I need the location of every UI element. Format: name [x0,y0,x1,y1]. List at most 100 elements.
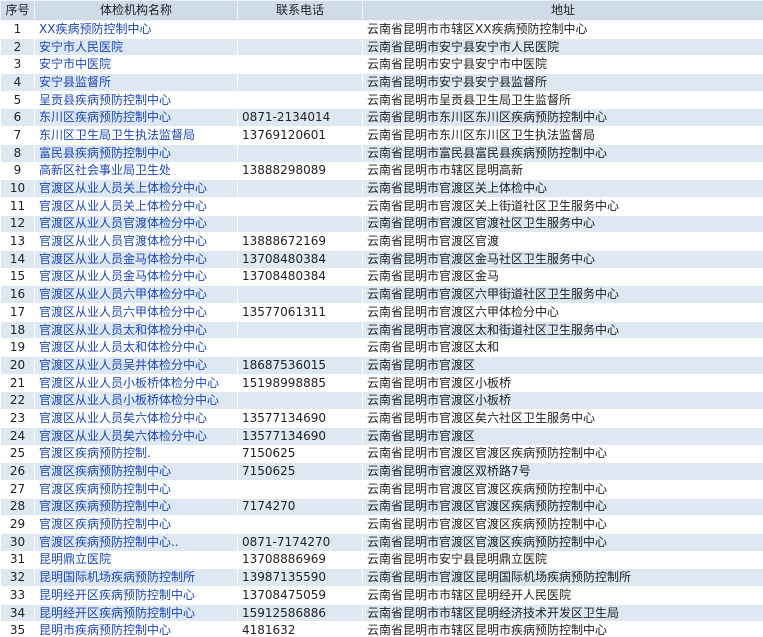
institution-name-link[interactable]: 官渡区从业人员官渡体检分中心 [34,232,238,251]
phone-cell [237,20,363,39]
address-cell: 云南省昆明市官渡区关上街道社区卫生服务中心 [362,196,763,216]
table-row: 8 富民县疾病预防控制中心 云南省昆明市富民县富民县疾病预防控制中心 [0,143,763,163]
address-cell: 云南省昆明市官渡区官渡区疾病预防控制中心 [362,444,763,464]
institution-table-container: 序号 体检机构名称 联系电话 地址 1 XX疾病预防控制中心 云南省昆明市市辖区XX… [0,0,763,637]
institution-name-link[interactable]: 高新区社会事业局卫生处 [34,161,238,181]
table-row: 9 高新区社会事业局卫生处 13888298089 云南省昆明市市辖区昆明高新 [0,161,763,181]
institution-name-link[interactable]: 安宁市人民医院 [34,37,238,57]
phone-cell: 7174270 [237,497,363,517]
table-row: 30 官渡区疾病预防控制中心.. 0871-7174270 云南省昆明市官渡区官渡区疾… [0,532,763,552]
address-cell: 云南省昆明市市辖区昆明经开人民医院 [362,586,763,605]
row-number: 9 [0,161,35,181]
institution-name-link[interactable]: 官渡区从业人员矣六体检分中心 [34,409,238,428]
row-number: 19 [0,338,35,358]
phone-cell: 13708886969 [237,550,363,570]
institution-name-link[interactable]: 官渡区疾病预防控制中心.. [34,532,238,552]
row-number: 6 [0,108,35,128]
institution-name-link[interactable]: 官渡区从业人员太和体检分中心 [34,320,238,340]
institution-name-link[interactable]: 官渡区从业人员小板桥体检分中心 [34,373,238,393]
table-row: 20 官渡区从业人员吴井体检分中心 18687536015 云南省昆明市官渡区 [0,356,763,375]
phone-cell: 7150625 [237,462,363,481]
address-cell: 云南省昆明市市辖区昆明高新 [362,161,763,181]
row-number: 20 [0,356,35,375]
row-number: 34 [0,603,35,623]
table-row: 32 昆明国际机场疾病预防控制所 13987135590 云南省昆明市官渡区昆明国际机… [0,568,763,587]
institution-name-link[interactable]: 官渡区从业人员关上体检分中心 [34,196,238,216]
address-cell: 云南省昆明市呈贡县卫生局卫生监督所 [362,90,763,110]
table-row: 23 官渡区从业人员矣六体检分中心 13577134690 云南省昆明市官渡区矣六社区… [0,409,763,428]
row-number: 33 [0,586,35,605]
table-body: 1 XX疾病预防控制中心 云南省昆明市市辖区XX疾病预防控制中心 2 安宁市人民医院 云南… [0,20,763,637]
institution-name-link[interactable]: 官渡区疾病预防控制. [34,444,238,464]
institution-name-link[interactable]: 昆明市疾病预防控制中心 [34,621,238,637]
institution-name-link[interactable]: 安宁县监督所 [34,73,238,92]
institution-name-link[interactable]: 官渡区从业人员小板桥体检分中心 [34,391,238,411]
phone-cell [237,338,363,358]
address-cell: 云南省昆明市安宁县安宁市中医院 [362,55,763,75]
address-cell: 云南省昆明市安宁县安宁市人民医院 [362,37,763,57]
institution-name-link[interactable]: 官渡区疾病预防控制中心 [34,462,238,481]
row-number: 21 [0,373,35,393]
row-number: 5 [0,90,35,110]
row-number: 10 [0,179,35,198]
address-cell: 云南省昆明市市辖区XX疾病预防控制中心 [362,20,763,39]
phone-cell: 0871-2134014 [237,108,363,128]
institution-name-link[interactable]: 官渡区从业人员六甲体检分中心 [34,303,238,322]
institution-name-link[interactable]: 官渡区疾病预防控制中心 [34,497,238,517]
row-number: 24 [0,426,35,446]
row-number: 8 [0,143,35,163]
institution-name-link[interactable]: 昆明经开区疾病预防控制中心 [34,586,238,605]
table-row: 33 昆明经开区疾病预防控制中心 13708475059 云南省昆明市市辖区昆明经开人… [0,586,763,605]
phone-cell: 13577061311 [237,303,363,322]
institution-name-link[interactable]: 官渡区从业人员太和体检分中心 [34,338,238,358]
institution-name-link[interactable]: 官渡区从业人员矣六体检分中心 [34,426,238,446]
table-row: 24 官渡区从业人员矣六体检分中心 13577134690 云南省昆明市官渡区 [0,426,763,446]
phone-cell: 13888672169 [237,232,363,251]
institution-name-link[interactable]: 官渡区从业人员金马体检分中心 [34,249,238,269]
institution-name-link[interactable]: 官渡区从业人员官渡体检分中心 [34,214,238,234]
institution-name-link[interactable]: 官渡区从业人员吴井体检分中心 [34,356,238,375]
address-cell: 云南省昆明市官渡区太和 [362,338,763,358]
row-number: 4 [0,73,35,92]
phone-cell: 13577134690 [237,426,363,446]
address-cell: 云南省昆明市官渡区金马 [362,267,763,287]
phone-cell [237,320,363,340]
phone-cell [237,515,363,534]
phone-cell: 13708475059 [237,586,363,605]
institution-name-link[interactable]: 富民县疾病预防控制中心 [34,143,238,163]
row-number: 11 [0,196,35,216]
phone-cell: 15912586886 [237,603,363,623]
address-cell: 云南省昆明市官渡区 [362,426,763,446]
row-number: 25 [0,444,35,464]
institution-name-link[interactable]: 东川区卫生局卫生执法监督局 [34,126,238,145]
institution-name-link[interactable]: 昆明经开区疾病预防控制中心 [34,603,238,623]
row-number: 16 [0,285,35,304]
table-row: 22 官渡区从业人员小板桥体检分中心 云南省昆明市官渡区小板桥 [0,391,763,411]
phone-cell [237,37,363,57]
row-number: 22 [0,391,35,411]
phone-cell [237,214,363,234]
row-number: 13 [0,232,35,251]
institution-name-link[interactable]: 东川区疾病预防控制中心 [34,108,238,128]
institution-name-link[interactable]: 官渡区疾病预防控制中心 [34,515,238,534]
address-cell: 云南省昆明市官渡区矣六社区卫生服务中心 [362,409,763,428]
row-number: 14 [0,249,35,269]
row-number: 31 [0,550,35,570]
address-cell: 云南省昆明市市辖区昆明市疾病预防控制中心 [362,621,763,637]
address-cell: 云南省昆明市东川区东川区卫生执法监督局 [362,126,763,145]
institution-name-link[interactable]: 官渡区从业人员六甲体检分中心 [34,285,238,304]
row-number: 1 [0,20,35,39]
institution-name-link[interactable]: 官渡区从业人员金马体检分中心 [34,267,238,287]
phone-cell [237,196,363,216]
phone-cell [237,55,363,75]
institution-name-link[interactable]: 官渡区疾病预防控制中心 [34,479,238,499]
institution-name-link[interactable]: 官渡区从业人员关上体检分中心 [34,179,238,198]
table-row: 5 呈贡县疾病预防控制中心 云南省昆明市呈贡县卫生局卫生监督所 [0,90,763,110]
institution-name-link[interactable]: 安宁市中医院 [34,55,238,75]
institution-name-link[interactable]: 昆明国际机场疾病预防控制所 [34,568,238,587]
institution-name-link[interactable]: 呈贡县疾病预防控制中心 [34,90,238,110]
table-row: 27 官渡区疾病预防控制中心 云南省昆明市官渡区官渡区疾病预防控制中心 [0,479,763,499]
institution-name-link[interactable]: 昆明鼎立医院 [34,550,238,570]
institution-name-link[interactable]: XX疾病预防控制中心 [34,20,238,39]
address-cell: 云南省昆明市富民县富民县疾病预防控制中心 [362,143,763,163]
